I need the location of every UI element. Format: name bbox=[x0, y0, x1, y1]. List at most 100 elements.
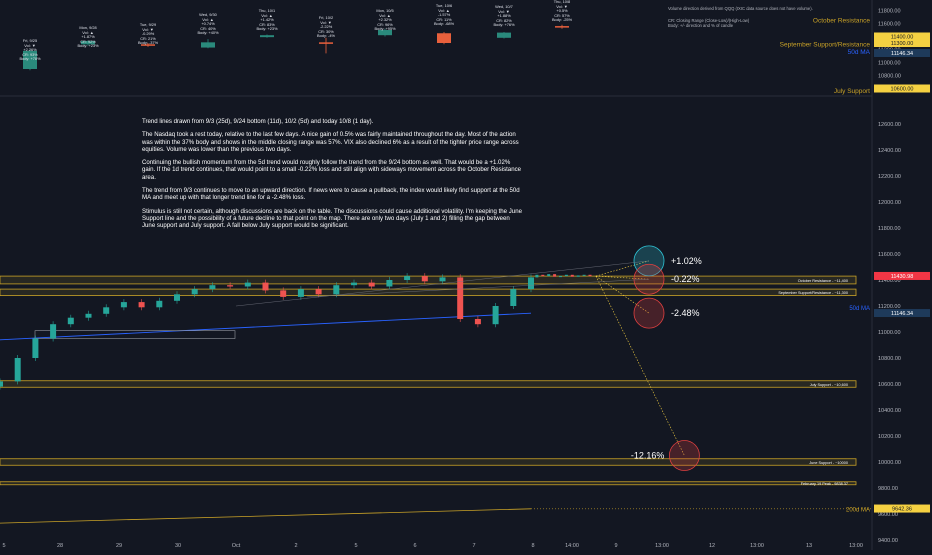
y-tick-label: 10600.00 bbox=[878, 382, 901, 388]
y-tick-label: 12400.00 bbox=[878, 148, 901, 154]
stat-card-line: Body: +95% bbox=[374, 26, 396, 31]
y-tick-label: 10400.00 bbox=[878, 408, 901, 414]
x-tick-label: 13:00 bbox=[849, 543, 863, 549]
candle-body bbox=[50, 324, 57, 339]
stat-card-line: Body: -25% bbox=[551, 17, 573, 22]
commentary-paragraph: Trend lines drawn from 9/3 (25d), 9/24 b… bbox=[142, 118, 374, 125]
candle-body bbox=[368, 282, 375, 287]
projection-label: -0.22% bbox=[671, 274, 700, 284]
legend-line: Body: +/- direction and % of candle bbox=[668, 23, 734, 29]
price-label: 10600.00 bbox=[891, 87, 914, 93]
candle-body bbox=[67, 317, 74, 325]
support-resistance-zone bbox=[0, 275, 857, 285]
candle-body bbox=[510, 289, 517, 306]
candle-body bbox=[421, 276, 428, 282]
candle-body bbox=[570, 274, 574, 277]
candle-body bbox=[174, 294, 180, 301]
support-resistance-zone bbox=[0, 481, 857, 486]
candle-body bbox=[457, 277, 464, 319]
daily-candle-body bbox=[260, 35, 274, 38]
y-tick-label: 12000.00 bbox=[878, 200, 901, 206]
x-tick-label: 7 bbox=[472, 543, 475, 549]
candle-body bbox=[559, 276, 562, 278]
x-tick-label: 8 bbox=[531, 543, 534, 549]
x-tick-label: Oct bbox=[232, 543, 241, 549]
x-tick-label: 13:00 bbox=[655, 543, 669, 549]
x-tick-label: 28 bbox=[57, 543, 63, 549]
daily-stat-card: Tue, 9/29 Vol: ▼ -0.29% CR: 21% Body: -37% bbox=[132, 22, 164, 46]
daily-stat-card: Thu, 10/8 Vol: ▼ +0.5% CR: 57% Body: -25% bbox=[546, 0, 578, 23]
zone-label: October Resistance - ~11,400 bbox=[798, 279, 848, 283]
candle-body bbox=[297, 289, 304, 297]
candle-body bbox=[564, 274, 568, 277]
x-tick-label: 12 bbox=[709, 543, 715, 549]
commentary-paragraph: The trend from 9/3 continues to move to … bbox=[142, 187, 520, 202]
candle-body bbox=[262, 282, 269, 291]
level-label: September Support/Resistance bbox=[780, 41, 871, 48]
ma200-line bbox=[0, 508, 532, 524]
x-tick-label: 6 bbox=[413, 543, 416, 549]
y-tick-label: 10000.00 bbox=[878, 460, 901, 466]
y-tick-label: 11600.00 bbox=[878, 22, 901, 28]
candle-body bbox=[528, 277, 534, 290]
daily-candle-body bbox=[201, 42, 215, 48]
daily-candle-body bbox=[555, 26, 569, 28]
candle-body bbox=[227, 285, 234, 287]
y-tick-label: 12200.00 bbox=[878, 174, 901, 180]
y-tick-label: 9400.00 bbox=[878, 538, 898, 544]
price-label: 11146.34 bbox=[891, 311, 913, 317]
daily-stat-card: Mon, 9/28 Vol: ▲ +1.87% CR: 92% Body: +23% bbox=[72, 25, 104, 49]
projection-label: -2.48% bbox=[671, 308, 700, 318]
support-resistance-zone bbox=[0, 288, 857, 297]
candle-body bbox=[120, 302, 127, 308]
candle-body bbox=[280, 290, 287, 297]
daily-candle-body bbox=[437, 33, 451, 43]
price-label: 11146.34 bbox=[891, 51, 913, 57]
candle-body bbox=[351, 282, 357, 286]
candle-body bbox=[582, 274, 586, 276]
daily-stat-card: Fri, 9/25 Vol: ▼ +2.26% CR: 93% Body: +78% bbox=[14, 38, 46, 62]
stat-card-line: Body: +23% bbox=[77, 43, 99, 48]
stat-card-line: Body: +40% bbox=[197, 30, 219, 35]
y-tick-label: 9800.00 bbox=[878, 486, 898, 492]
price-label: 11430.98 bbox=[891, 274, 914, 280]
candle-body bbox=[191, 289, 198, 295]
candle-body bbox=[333, 285, 340, 295]
stat-card-line: Body: -37% bbox=[137, 40, 159, 45]
candle-body bbox=[103, 307, 110, 314]
x-tick-label: 5 bbox=[354, 543, 357, 549]
support-resistance-zone bbox=[0, 380, 857, 388]
commentary-paragraph: The Nasdaq took a rest today, relative t… bbox=[142, 131, 519, 153]
gap-box bbox=[34, 330, 236, 339]
price-chart[interactable]: 9400.00 9600.00 9800.00 10000.00 10200.00 104… bbox=[0, 0, 932, 550]
daily-stat-card: Fri, 10/2 Vol: ▼ -2.22% CR: 30% Body: -4% bbox=[310, 15, 342, 39]
ma50-line bbox=[0, 312, 532, 341]
candle-body bbox=[404, 276, 411, 280]
candle-body bbox=[244, 282, 251, 287]
candle-body bbox=[315, 289, 322, 295]
candle-body bbox=[138, 302, 145, 308]
daily-candle-body bbox=[319, 42, 333, 44]
candle-body bbox=[14, 358, 21, 382]
level-label: October Resistance bbox=[813, 17, 870, 24]
ma-label: 200d MA bbox=[846, 507, 870, 513]
y-tick-label: 10800.00 bbox=[878, 356, 901, 362]
stat-card-line: Body: +76% bbox=[493, 22, 515, 27]
support-resistance-zone bbox=[0, 458, 857, 466]
projection-label: +1.02% bbox=[671, 256, 702, 266]
candle-body bbox=[576, 275, 580, 277]
chart-legend-note: Volume direction derived from QQQ (IXIC … bbox=[668, 6, 813, 29]
projection-label: -12.16% bbox=[631, 451, 665, 461]
daily-stat-card: Wed, 9/30 Vol: ▲ +0.74% CR: 40% Body: +40% bbox=[192, 12, 224, 36]
y-tick-label: 12600.00 bbox=[878, 122, 901, 128]
x-tick-label: 5 bbox=[2, 543, 5, 549]
candle-body bbox=[209, 285, 216, 290]
y-tick-label: 11000.00 bbox=[878, 61, 901, 67]
ma-label: 50d MA bbox=[849, 306, 870, 312]
candle-body bbox=[547, 274, 551, 277]
x-tick-label: 13 bbox=[806, 543, 812, 549]
y-tick-label: 9600.00 bbox=[878, 512, 898, 518]
x-tick-label: 9 bbox=[614, 543, 617, 549]
stat-card-line: Body: -4% bbox=[317, 33, 335, 38]
candle-body bbox=[32, 338, 39, 358]
